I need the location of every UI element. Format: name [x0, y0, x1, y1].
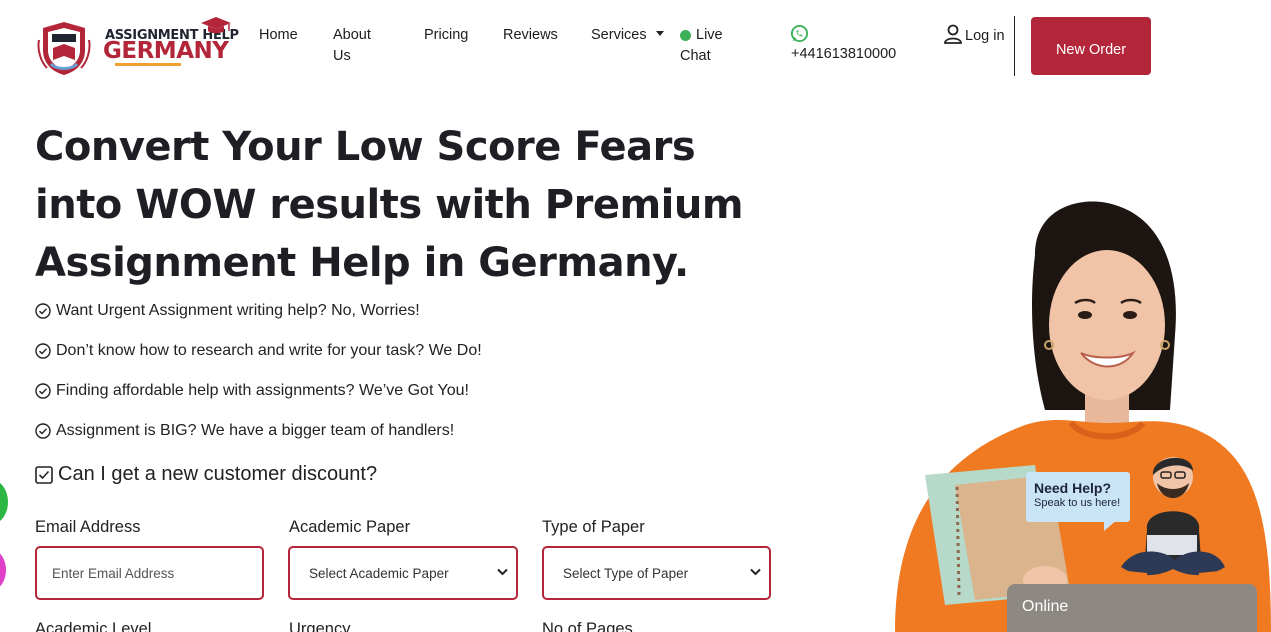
academic-paper-label: Academic Paper [289, 518, 411, 536]
nav-live-chat[interactable]: Live Chat [680, 25, 740, 67]
logo-underline [115, 63, 181, 66]
benefit-text: Assignment is BIG? We have a bigger team… [56, 422, 455, 439]
academic-level-label: Academic Level [35, 620, 152, 632]
hero-student-image [895, 201, 1271, 632]
no-of-pages-label: No of Pages [542, 620, 633, 632]
check-circle-icon [35, 423, 51, 439]
hero-title: Convert Your Low Score Fears into WOW re… [35, 124, 744, 286]
academic-paper-select[interactable]: Select Academic Paper [288, 546, 518, 600]
email-input[interactable] [35, 546, 264, 600]
nav-divider [1014, 16, 1015, 76]
type-of-paper-select[interactable]: Select Type of Paper [542, 546, 771, 600]
shield-logo-icon [37, 22, 91, 75]
nav-pricing[interactable]: Pricing [424, 25, 468, 46]
chevron-down-icon [750, 568, 761, 576]
logo-text-bottom: GERMANY [103, 38, 229, 64]
check-circle-icon [35, 303, 51, 319]
need-help-bubble[interactable]: Need Help? Speak to us here! [1026, 472, 1130, 522]
phone-number-link[interactable]: +441613810000 [791, 46, 896, 62]
chat-float-button[interactable] [0, 550, 6, 590]
discount-question[interactable]: Can I get a new customer discount? [35, 463, 377, 486]
check-circle-icon [35, 343, 51, 359]
benefit-item: Finding affordable help with assignments… [35, 382, 469, 400]
nav-services[interactable]: Services [591, 25, 647, 46]
whatsapp-icon[interactable] [790, 24, 809, 43]
online-chat-bar[interactable]: Online [1007, 584, 1257, 632]
need-help-title: Need Help? [1034, 480, 1112, 496]
nav-home[interactable]: Home [259, 25, 298, 46]
urgency-label: Urgency [289, 620, 351, 632]
site-logo[interactable]: ASSIGNMENT HELP GERMANY [37, 16, 239, 76]
nav-login[interactable]: Log in [945, 26, 1005, 47]
graduation-cap-icon [201, 17, 231, 34]
type-of-paper-label: Type of Paper [542, 518, 645, 536]
chevron-down-icon[interactable] [656, 31, 664, 36]
benefit-item: Want Urgent Assignment writing help? No,… [35, 302, 420, 320]
nav-about-us[interactable]: About Us [333, 25, 383, 67]
type-of-paper-select-value: Select Type of Paper [563, 566, 689, 581]
chevron-down-icon [497, 568, 508, 576]
bubble-tail [1104, 519, 1118, 531]
discount-text: Can I get a new customer discount? [58, 463, 378, 485]
nav-reviews[interactable]: Reviews [503, 25, 558, 46]
benefit-text: Finding affordable help with assignments… [56, 382, 469, 399]
benefit-text: Don’t know how to research and write for… [56, 342, 482, 359]
benefit-text: Want Urgent Assignment writing help? No,… [56, 302, 420, 319]
check-circle-icon [35, 383, 51, 399]
benefit-item: Assignment is BIG? We have a bigger team… [35, 422, 454, 440]
academic-paper-select-value: Select Academic Paper [309, 566, 449, 581]
new-order-button[interactable]: New Order [1031, 17, 1151, 75]
email-label: Email Address [35, 518, 141, 536]
benefit-item: Don’t know how to research and write for… [35, 342, 482, 360]
need-help-subtitle: Speak to us here! [1034, 497, 1121, 509]
checkbox-checked-icon[interactable] [35, 465, 53, 484]
whatsapp-float-button[interactable] [0, 480, 8, 524]
